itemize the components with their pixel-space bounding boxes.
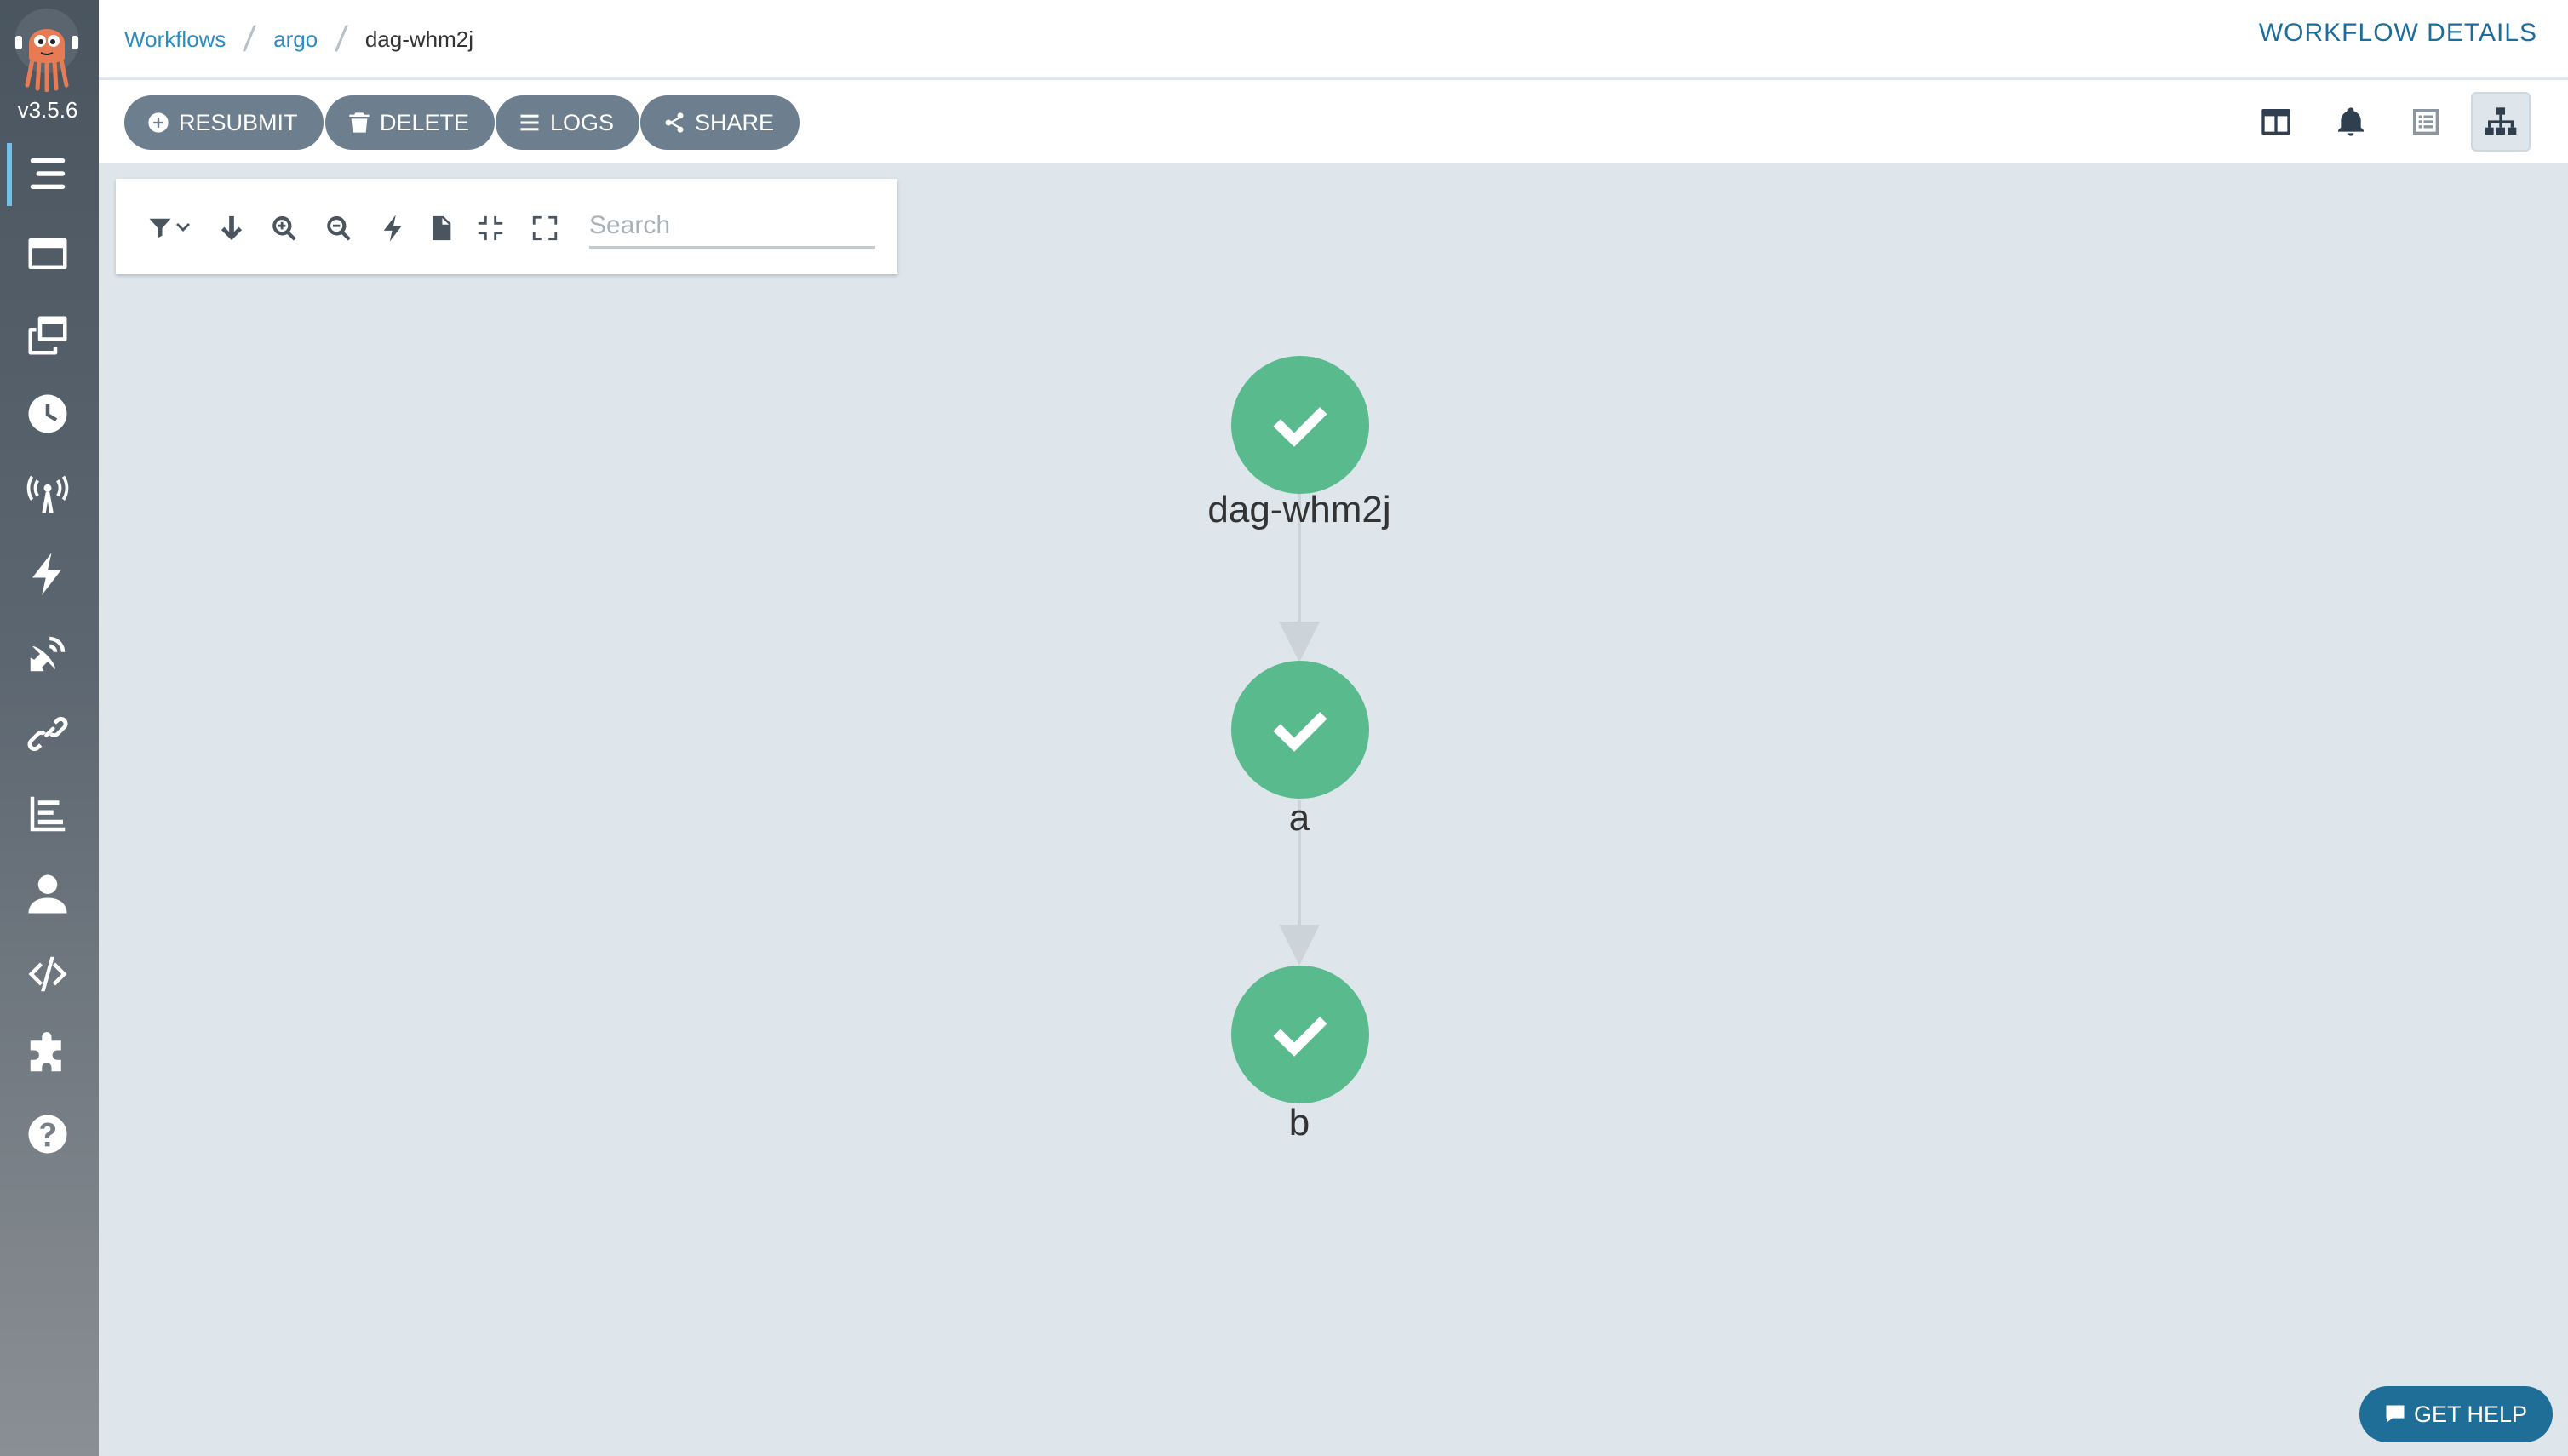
bolt-icon xyxy=(383,215,402,242)
logs-label: LOGS xyxy=(550,109,615,135)
plus-circle-icon xyxy=(148,112,169,133)
bell-icon xyxy=(2338,107,2364,136)
delete-label: DELETE xyxy=(380,109,470,135)
top-header: Workflows / argo / dag-whm2j WORKFLOW DE… xyxy=(99,0,2568,78)
graph-node-b[interactable] xyxy=(1231,966,1369,1103)
sidebar-item-help[interactable] xyxy=(0,1100,95,1168)
graph-toolbar xyxy=(116,179,897,274)
filter-dropdown[interactable] xyxy=(143,211,198,245)
filter-icon xyxy=(149,218,171,238)
clock-icon xyxy=(28,394,67,433)
argo-logo[interactable] xyxy=(12,7,82,92)
graph-node-a[interactable] xyxy=(1231,661,1369,799)
satellite-dish-icon xyxy=(30,636,66,672)
clone-icon xyxy=(28,316,67,355)
user-icon xyxy=(28,874,67,914)
breadcrumb-namespace[interactable]: argo xyxy=(273,26,318,53)
list-alt-icon xyxy=(2413,109,2439,135)
share-icon xyxy=(665,112,684,133)
bars-icon xyxy=(520,114,539,131)
arrow-down-icon xyxy=(221,215,243,241)
sidebar-item-cron-workflows[interactable] xyxy=(0,380,95,448)
direction-toggle[interactable] xyxy=(215,211,249,245)
artifacts-toggle[interactable] xyxy=(424,211,458,245)
expand-button[interactable] xyxy=(528,211,562,245)
columns-icon xyxy=(2261,109,2290,135)
graph-node-label: b xyxy=(1288,1102,1310,1144)
sidebar: v3.5.6 xyxy=(0,0,99,1456)
delete-button[interactable]: DELETE xyxy=(325,95,496,150)
chevron-down-icon xyxy=(176,223,190,232)
bolt-icon xyxy=(32,553,61,595)
zoom-in-icon xyxy=(272,215,296,241)
sidebar-item-event-sources[interactable] xyxy=(0,460,95,528)
broadcast-tower-icon xyxy=(26,475,69,513)
link-icon xyxy=(27,716,68,752)
app-version: v3.5.6 xyxy=(17,97,78,123)
trash-icon xyxy=(349,112,370,133)
get-help-button[interactable]: GET HELP xyxy=(2359,1386,2553,1442)
collapse-button[interactable] xyxy=(473,211,507,245)
sidebar-item-plugins[interactable] xyxy=(0,1020,95,1088)
compress-icon xyxy=(478,215,503,241)
share-label: SHARE xyxy=(695,109,775,135)
sidebar-item-archived-workflows[interactable] xyxy=(0,700,95,768)
check-icon xyxy=(1273,407,1327,447)
code-icon xyxy=(28,956,67,992)
breadcrumb-current: dag-whm2j xyxy=(364,26,473,52)
edge-arrowhead xyxy=(1279,622,1320,662)
events-button[interactable] xyxy=(2321,92,2381,152)
breadcrumb-separator: / xyxy=(333,19,350,59)
summary-button[interactable] xyxy=(2396,92,2456,152)
sidebar-item-api-docs[interactable] xyxy=(0,940,95,1008)
sidebar-item-event-flow[interactable] xyxy=(0,620,95,688)
puzzle-piece-icon xyxy=(30,1032,61,1072)
window-icon xyxy=(28,238,67,269)
graph-view-button[interactable] xyxy=(2471,92,2531,152)
resubmit-label: RESUBMIT xyxy=(179,109,298,135)
check-icon xyxy=(1273,712,1327,752)
graph-node-root[interactable] xyxy=(1231,356,1369,494)
get-help-label: GET HELP xyxy=(2413,1401,2527,1427)
sidebar-item-workflow-templates[interactable] xyxy=(0,220,95,288)
fast-render-button[interactable] xyxy=(376,211,410,245)
search-input[interactable] xyxy=(589,204,875,249)
sidebar-item-workflows[interactable] xyxy=(0,140,95,208)
split-view-button[interactable] xyxy=(2246,92,2306,152)
sidebar-item-cluster-workflow-templates[interactable] xyxy=(0,301,95,370)
check-icon xyxy=(1273,1017,1327,1057)
zoom-in-button[interactable] xyxy=(267,211,301,245)
sitemap-icon xyxy=(2485,107,2517,135)
sidebar-item-user[interactable] xyxy=(0,860,95,928)
page-title: WORKFLOW DETAILS xyxy=(2258,19,2537,47)
stream-icon xyxy=(30,158,66,189)
sidebar-item-reports[interactable] xyxy=(0,780,95,848)
sidebar-item-sensors[interactable] xyxy=(0,540,95,608)
graph-node-label: a xyxy=(1288,797,1310,839)
question-circle-icon xyxy=(28,1115,67,1154)
file-icon xyxy=(433,215,451,241)
zoom-out-button[interactable] xyxy=(322,211,356,245)
breadcrumb-workflows[interactable]: Workflows xyxy=(124,26,226,53)
comment-icon xyxy=(2386,1405,2405,1423)
breadcrumb-separator: / xyxy=(242,19,258,59)
logs-button[interactable]: LOGS xyxy=(496,95,640,150)
resubmit-button[interactable]: RESUBMIT xyxy=(124,95,324,150)
edge-arrowhead xyxy=(1279,925,1320,966)
zoom-out-icon xyxy=(327,215,351,241)
breadcrumb: Workflows / argo / dag-whm2j xyxy=(124,19,473,60)
chart-bar-icon xyxy=(30,796,66,832)
graph-node-label: dag-whm2j xyxy=(1207,489,1391,530)
expand-icon xyxy=(532,215,558,241)
action-toolbar: RESUBMIT DELETE LOGS SHARE xyxy=(99,80,2568,163)
share-button[interactable]: SHARE xyxy=(640,95,800,150)
